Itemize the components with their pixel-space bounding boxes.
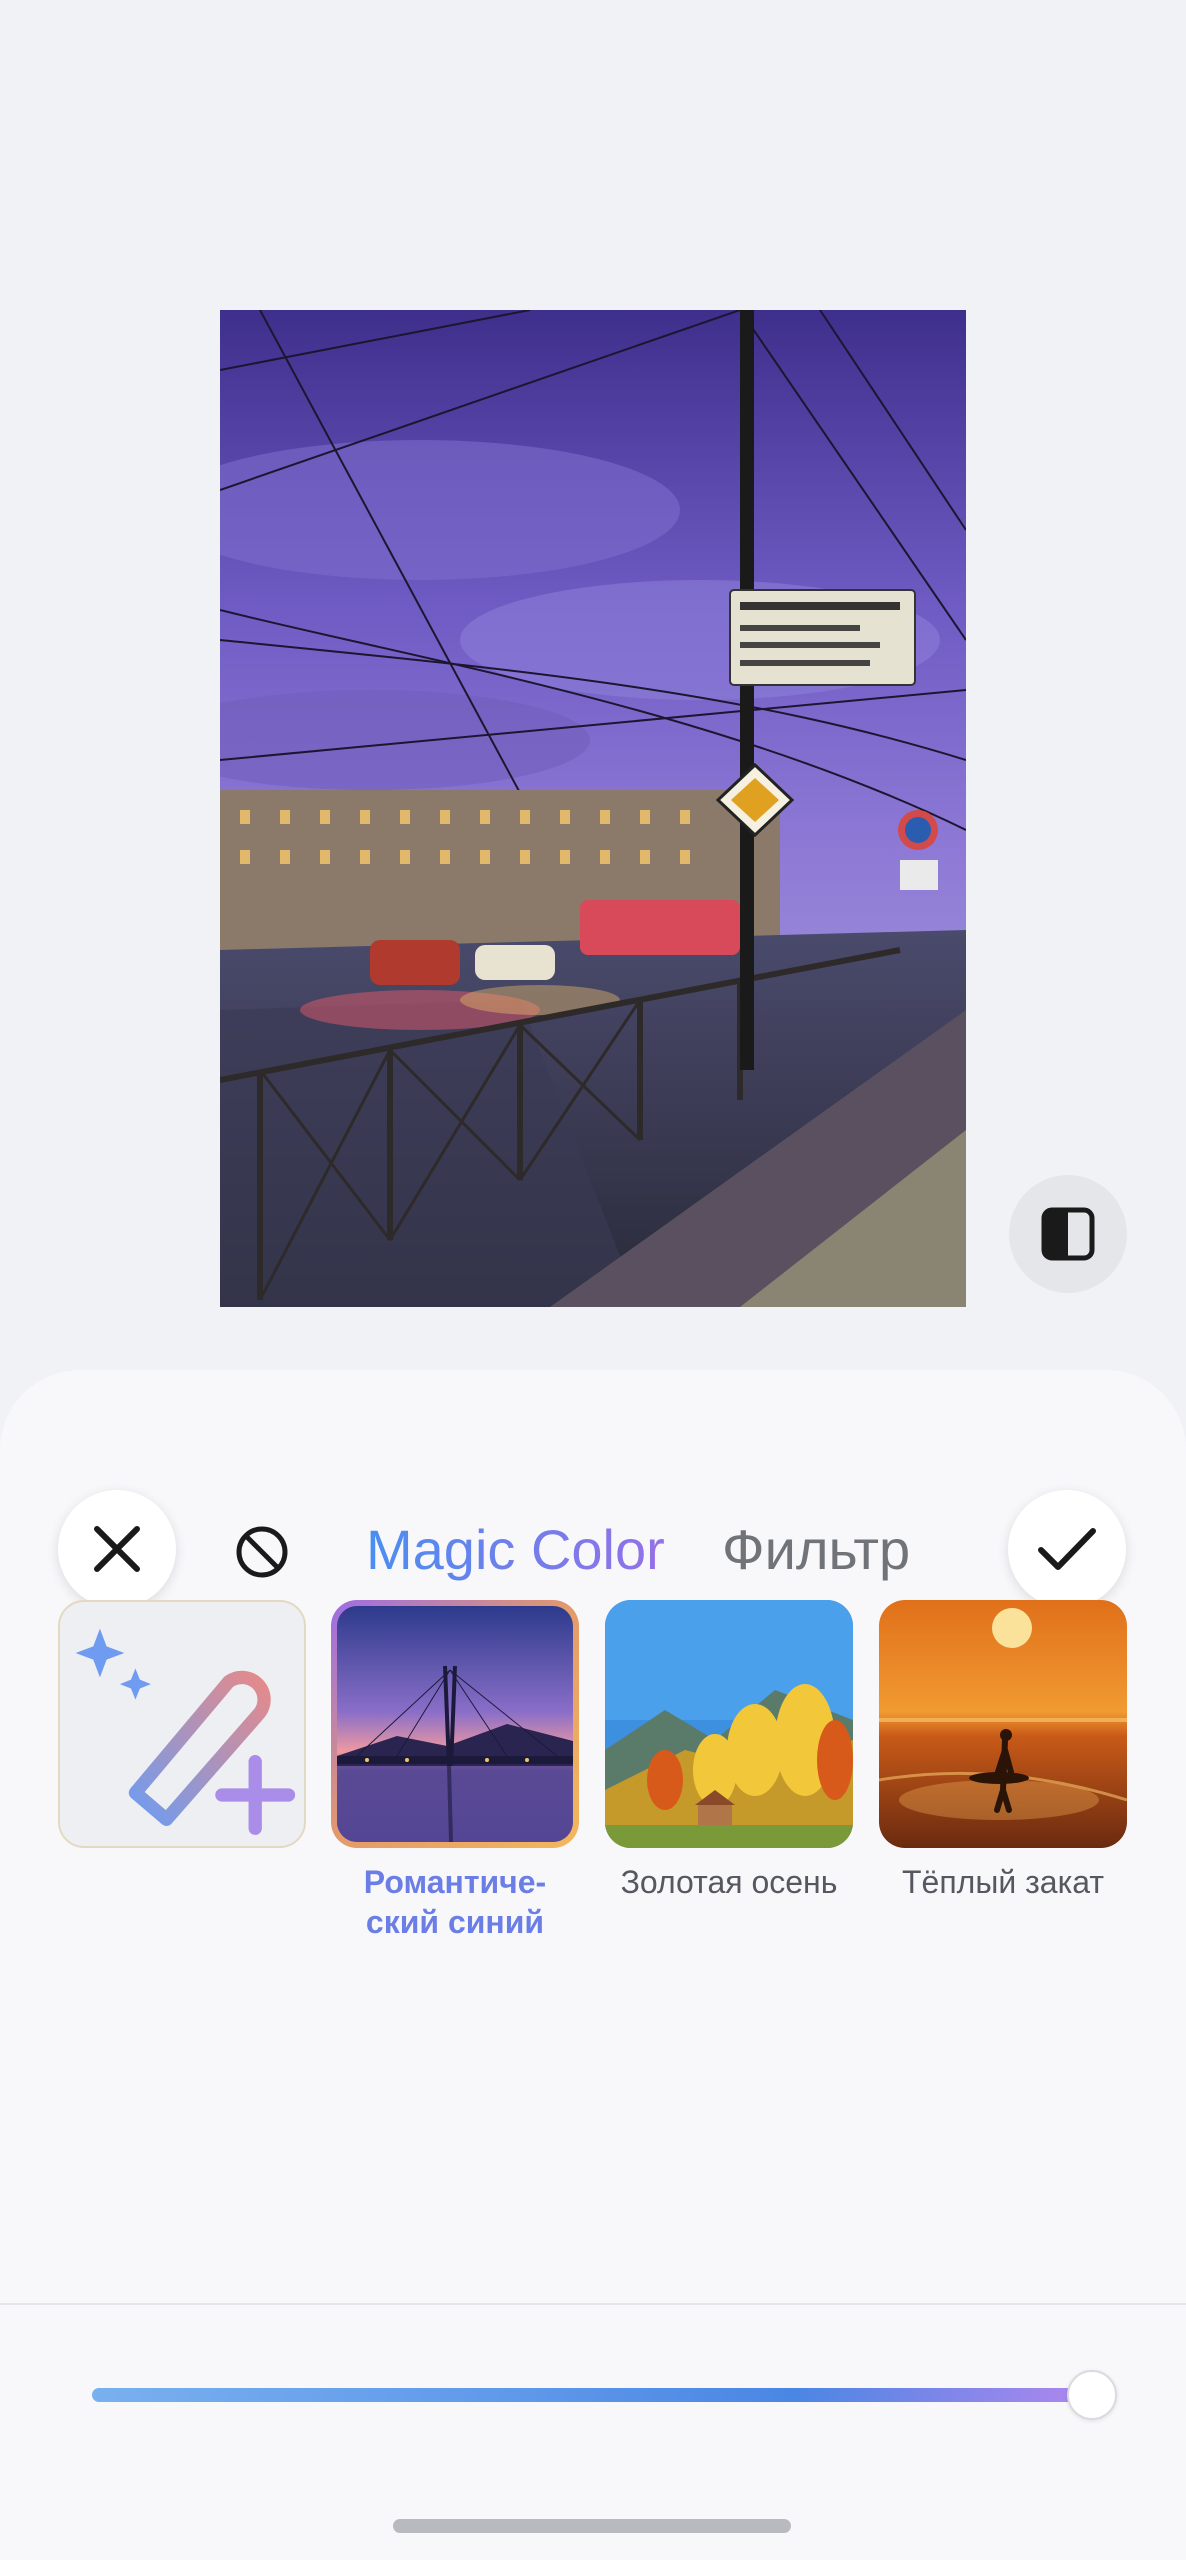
compare-button[interactable] <box>1009 1175 1127 1293</box>
preset-label-golden-autumn: Золотая осень <box>620 1864 838 1900</box>
filter-sheet: Magic Color Фильтр Романтиче- ский синий… <box>0 1370 1186 2560</box>
checkmark-icon <box>1038 1528 1096 1570</box>
sunset-thumbnail <box>879 1600 1127 1848</box>
divider <box>0 2303 1186 2305</box>
street-photo <box>220 310 966 1307</box>
cancel-button[interactable] <box>58 1490 176 1608</box>
tab-filter[interactable]: Фильтр <box>722 1510 922 1590</box>
custom-magic-preset[interactable] <box>58 1600 306 1848</box>
autumn-thumbnail <box>605 1600 853 1848</box>
intensity-slider-thumb[interactable] <box>1067 2370 1117 2420</box>
preset-label-romantic-blue: Романтиче- ский синий <box>363 1864 547 1940</box>
street-sign <box>729 589 916 686</box>
close-icon <box>94 1526 140 1572</box>
preset-romantic-blue[interactable] <box>331 1600 579 1848</box>
apply-button[interactable] <box>1008 1490 1126 1608</box>
split-compare-icon <box>1041 1207 1095 1261</box>
prohibited-icon <box>236 1526 288 1578</box>
preset-warm-sunset[interactable] <box>879 1600 1127 1848</box>
tab-magic-color[interactable]: Magic Color <box>366 1510 686 1590</box>
no-effect-button[interactable] <box>230 1520 294 1584</box>
preset-label-warm-sunset: Тёплый закат <box>901 1864 1105 1900</box>
intensity-slider-track[interactable] <box>92 2388 1092 2402</box>
photo-preview <box>220 310 966 1307</box>
preset-golden-autumn[interactable] <box>605 1600 853 1848</box>
magic-wand-plus-icon <box>75 1628 296 1835</box>
home-indicator[interactable] <box>393 2519 791 2533</box>
bridge-thumbnail <box>337 1606 573 1842</box>
